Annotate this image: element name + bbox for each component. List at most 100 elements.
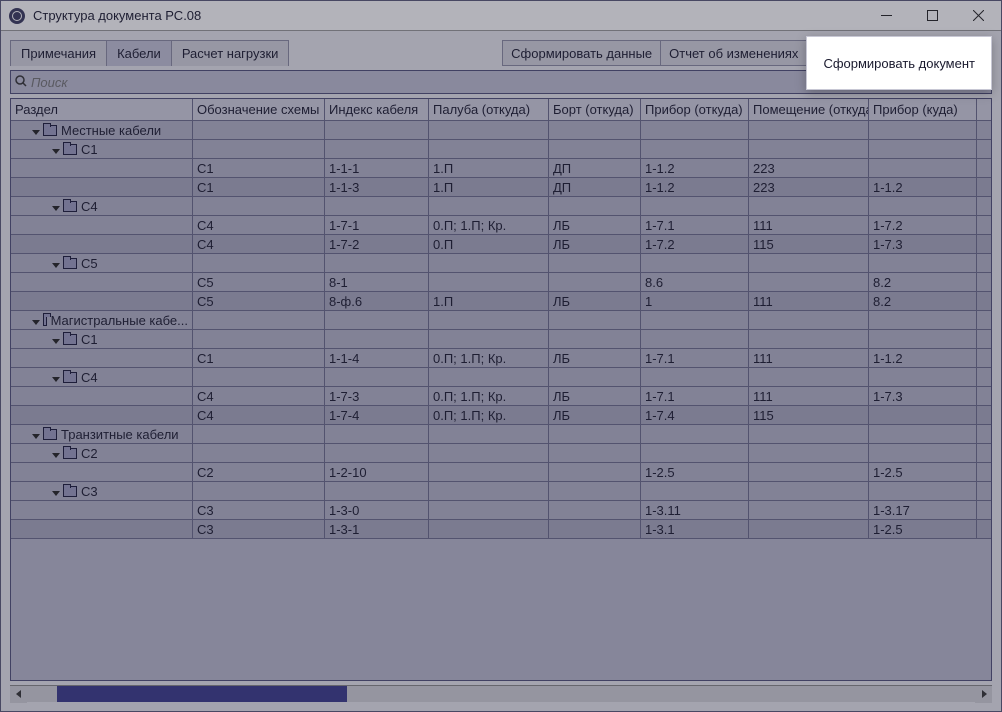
col-section[interactable]: Раздел [11, 99, 193, 120]
cell[interactable]: 115 [749, 406, 869, 424]
cell[interactable]: 8.6 [641, 273, 749, 291]
data-row[interactable]: С41-7-30.П; 1.П; Кр.ЛБ1-7.11111-7.3 [11, 387, 991, 406]
cell[interactable]: С4 [193, 406, 325, 424]
cell[interactable] [549, 463, 641, 481]
horizontal-scrollbar[interactable] [10, 685, 992, 702]
cell[interactable] [11, 406, 193, 424]
generate-document-button[interactable]: Сформировать документ [806, 36, 992, 90]
scroll-left-button[interactable] [10, 686, 27, 703]
cell[interactable]: 1 [641, 292, 749, 310]
cell[interactable]: 1-1.2 [869, 178, 977, 196]
col-device-to[interactable]: Прибор (куда) [869, 99, 977, 120]
cell[interactable] [11, 178, 193, 196]
cell[interactable]: 0.П [429, 235, 549, 253]
data-row[interactable]: С11-1-40.П; 1.П; Кр.ЛБ1-7.11111-1.2 [11, 349, 991, 368]
cell[interactable]: С5 [193, 273, 325, 291]
chevron-down-icon[interactable] [31, 315, 41, 325]
cell[interactable]: 1-7.3 [869, 235, 977, 253]
chevron-down-icon[interactable] [31, 125, 41, 135]
cell[interactable]: 1-7.2 [641, 235, 749, 253]
cell[interactable]: 1-7.1 [641, 216, 749, 234]
cell[interactable]: 8.2 [869, 292, 977, 310]
cell[interactable]: ЛБ [549, 349, 641, 367]
data-row[interactable]: С41-7-20.ПЛБ1-7.21151-7.3 [11, 235, 991, 254]
data-row[interactable]: С41-7-40.П; 1.П; Кр.ЛБ1-7.4115 [11, 406, 991, 425]
cell[interactable]: С1 [193, 349, 325, 367]
cell[interactable] [11, 520, 193, 538]
cell[interactable] [549, 501, 641, 519]
cell[interactable]: 1-3.11 [641, 501, 749, 519]
tree-group-row[interactable]: С4 [11, 197, 991, 216]
cell[interactable]: 1-1-4 [325, 349, 429, 367]
tree-group-row[interactable]: С2 [11, 444, 991, 463]
cell[interactable]: 8-ф.6 [325, 292, 429, 310]
cell[interactable]: 111 [749, 349, 869, 367]
cell[interactable]: ЛБ [549, 235, 641, 253]
chevron-down-icon[interactable] [51, 144, 61, 154]
cell[interactable]: 111 [749, 216, 869, 234]
cell[interactable] [11, 273, 193, 291]
cell[interactable]: 1-7.4 [641, 406, 749, 424]
cell[interactable]: 1-3-1 [325, 520, 429, 538]
scroll-thumb[interactable] [57, 686, 347, 702]
cell[interactable]: 1-2.5 [869, 463, 977, 481]
cell[interactable] [869, 159, 977, 177]
cell[interactable]: С4 [193, 216, 325, 234]
minimize-button[interactable] [863, 1, 909, 31]
col-cable-index[interactable]: Индекс кабеля [325, 99, 429, 120]
col-scheme[interactable]: Обозначение схемы [193, 99, 325, 120]
tab-load-calc[interactable]: Расчет нагрузки [171, 40, 290, 66]
cell[interactable]: 1-1-1 [325, 159, 429, 177]
cell[interactable]: С3 [193, 520, 325, 538]
data-row[interactable]: С41-7-10.П; 1.П; Кр.ЛБ1-7.11111-7.2 [11, 216, 991, 235]
cell[interactable] [429, 501, 549, 519]
data-row[interactable]: С31-3-11-3.11-2.5 [11, 520, 991, 539]
cell[interactable] [549, 273, 641, 291]
cell[interactable]: 1-2.5 [641, 463, 749, 481]
cell[interactable]: 0.П; 1.П; Кр. [429, 216, 549, 234]
cell[interactable]: 111 [749, 387, 869, 405]
cell[interactable] [11, 292, 193, 310]
tree-group-row[interactable]: Магистральные кабе... [11, 311, 991, 330]
cell[interactable] [11, 349, 193, 367]
tree-group-row[interactable]: С1 [11, 140, 991, 159]
tab-notes[interactable]: Примечания [10, 40, 107, 66]
cell[interactable] [749, 501, 869, 519]
cell[interactable] [749, 520, 869, 538]
cell[interactable]: ЛБ [549, 406, 641, 424]
cell[interactable]: 1-7.1 [641, 387, 749, 405]
data-row[interactable]: С11-1-11.ПДП1-1.2223 [11, 159, 991, 178]
cell[interactable]: 8-1 [325, 273, 429, 291]
cell[interactable]: С1 [193, 159, 325, 177]
cell[interactable]: 1-2.5 [869, 520, 977, 538]
cell[interactable] [429, 520, 549, 538]
cell[interactable]: С4 [193, 387, 325, 405]
cell[interactable]: 1-7.2 [869, 216, 977, 234]
grid-body[interactable]: Местные кабелиС1С11-1-11.ПДП1-1.2223С11-… [11, 121, 991, 680]
cell[interactable]: 0.П; 1.П; Кр. [429, 349, 549, 367]
cell[interactable]: 223 [749, 178, 869, 196]
cell[interactable]: 1.П [429, 159, 549, 177]
cell[interactable]: 0.П; 1.П; Кр. [429, 387, 549, 405]
cell[interactable]: 1-7.3 [869, 387, 977, 405]
cell[interactable]: С1 [193, 178, 325, 196]
tab-cables[interactable]: Кабели [106, 40, 172, 66]
cell[interactable]: 1-7-3 [325, 387, 429, 405]
tree-group-row[interactable]: С1 [11, 330, 991, 349]
col-board-from[interactable]: Борт (откуда) [549, 99, 641, 120]
col-deck-from[interactable]: Палуба (откуда) [429, 99, 549, 120]
chevron-down-icon[interactable] [51, 486, 61, 496]
tree-group-row[interactable]: С4 [11, 368, 991, 387]
chevron-down-icon[interactable] [51, 372, 61, 382]
chevron-down-icon[interactable] [51, 448, 61, 458]
cell[interactable]: 1-1-3 [325, 178, 429, 196]
tree-group-row[interactable]: С5 [11, 254, 991, 273]
change-report-button[interactable]: Отчет об изменениях [660, 40, 807, 66]
data-row[interactable]: С58-18.68.2 [11, 273, 991, 292]
cell[interactable]: 115 [749, 235, 869, 253]
data-row[interactable]: С11-1-31.ПДП1-1.22231-1.2 [11, 178, 991, 197]
col-room-from[interactable]: Помещение (откуда) [749, 99, 869, 120]
tree-group-row[interactable]: Транзитные кабели [11, 425, 991, 444]
chevron-down-icon[interactable] [31, 429, 41, 439]
cell[interactable] [11, 463, 193, 481]
